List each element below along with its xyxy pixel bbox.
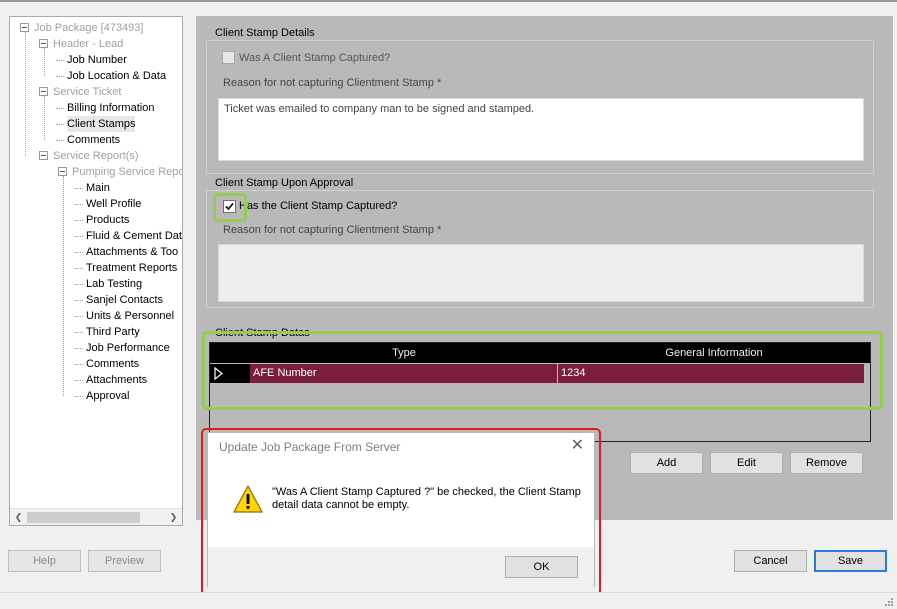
scroll-right-arrow-icon[interactable]: ❯ (165, 510, 182, 525)
tree-connector (75, 348, 83, 349)
tree-connector (44, 96, 45, 140)
tree-connector (75, 364, 83, 365)
was-client-stamp-captured-label: Was A Client Stamp Captured? (239, 52, 391, 64)
scroll-left-arrow-icon[interactable]: ❮ (10, 510, 27, 525)
tree-horizontal-scrollbar[interactable]: ❮ ❯ (10, 508, 182, 525)
resize-grip-icon[interactable] (883, 596, 893, 606)
tree-connector (75, 252, 83, 253)
tree-item-label: Lab Testing (86, 278, 143, 290)
tree-connector (75, 220, 83, 221)
cancel-button[interactable]: Cancel (734, 550, 807, 572)
tree-connector (75, 300, 83, 301)
grid-highlight (202, 331, 883, 410)
client-stamp-details-title: Client Stamp Details (213, 27, 317, 40)
tree-item-label: Job Location & Data (67, 70, 167, 82)
collapse-icon[interactable] (58, 167, 67, 176)
tree-item-label: Sanjel Contacts (86, 294, 164, 306)
checkbox-highlight (213, 193, 247, 222)
tree-item-label: Attachments & Too (86, 246, 179, 258)
tree-connector (56, 60, 64, 61)
tree-item-label: Comments (67, 134, 121, 146)
tree-item-label: Main (86, 182, 110, 194)
tree-item-label: Job Number (67, 54, 127, 66)
tree-connector (75, 188, 83, 189)
scrollbar-thumb[interactable] (27, 512, 140, 523)
tree-item-label: Pumping Service Repo (72, 166, 183, 178)
tree-item-label: Fluid & Cement Dat (86, 230, 182, 242)
window-top-border (0, 0, 897, 2)
tree-item-label: Third Party (86, 326, 140, 338)
tree-connector (75, 284, 83, 285)
tree-connector (25, 32, 26, 156)
tree-item-label: Service Report(s) (53, 150, 139, 162)
collapse-icon[interactable] (39, 39, 48, 48)
preview-button[interactable]: Preview (88, 550, 161, 572)
tree-connector (56, 76, 64, 77)
tree-connector (75, 332, 83, 333)
tree-item-label: Job Package [473493] (34, 22, 144, 34)
approval-reason-label: Reason for not capturing Clientment Stam… (223, 224, 442, 236)
tree-item-label: Approval (86, 390, 130, 402)
was-client-stamp-captured-checkbox[interactable] (222, 51, 235, 64)
tree-connector (56, 124, 64, 125)
tree-connector (75, 316, 83, 317)
tree-item-label: Comments (86, 358, 140, 370)
remove-button[interactable]: Remove (790, 452, 863, 474)
details-reason-label: Reason for not capturing Clientment Stam… (223, 77, 442, 89)
tree-item-label: Job Performance (86, 342, 170, 354)
navigation-tree[interactable]: Job Package [473493] Header - Lead Job Num… (9, 16, 183, 526)
tree-item-label: Products (86, 214, 130, 226)
tree-item-label: Client Stamps (67, 116, 136, 132)
tree-item-label: Well Profile (86, 198, 142, 210)
tree-item-label: Treatment Reports (86, 262, 178, 274)
tree-connector (75, 396, 83, 397)
dialog-highlight (201, 428, 601, 596)
edit-button[interactable]: Edit (710, 452, 783, 474)
add-button[interactable]: Add (630, 452, 703, 474)
status-bar (0, 592, 897, 609)
save-button[interactable]: Save (814, 550, 887, 572)
tree-item-label: Header - Lead (53, 38, 124, 50)
tree-connector (44, 48, 45, 76)
help-button[interactable]: Help (8, 550, 81, 572)
approval-reason-textarea[interactable] (218, 244, 864, 302)
tree-connector (56, 108, 64, 109)
collapse-icon[interactable] (20, 23, 29, 32)
tree-connector (75, 380, 83, 381)
tree-item-label: Attachments (86, 374, 148, 386)
collapse-icon[interactable] (39, 87, 48, 96)
tree-connector (63, 176, 64, 396)
tree-connector (75, 268, 83, 269)
tree-item-label: Service Ticket (53, 86, 122, 98)
client-stamp-approval-title: Client Stamp Upon Approval (213, 177, 356, 190)
has-client-stamp-captured-label: Has the Client Stamp Captured? (239, 200, 398, 212)
tree-item-label: Billing Information (67, 102, 155, 114)
tree-connector (56, 140, 64, 141)
details-reason-textarea[interactable]: Ticket was emailed to company man to be … (218, 98, 864, 161)
tree-connector (75, 204, 83, 205)
tree-item-label: Units & Personnel (86, 310, 175, 322)
collapse-icon[interactable] (39, 151, 48, 160)
tree-connector (75, 236, 83, 237)
